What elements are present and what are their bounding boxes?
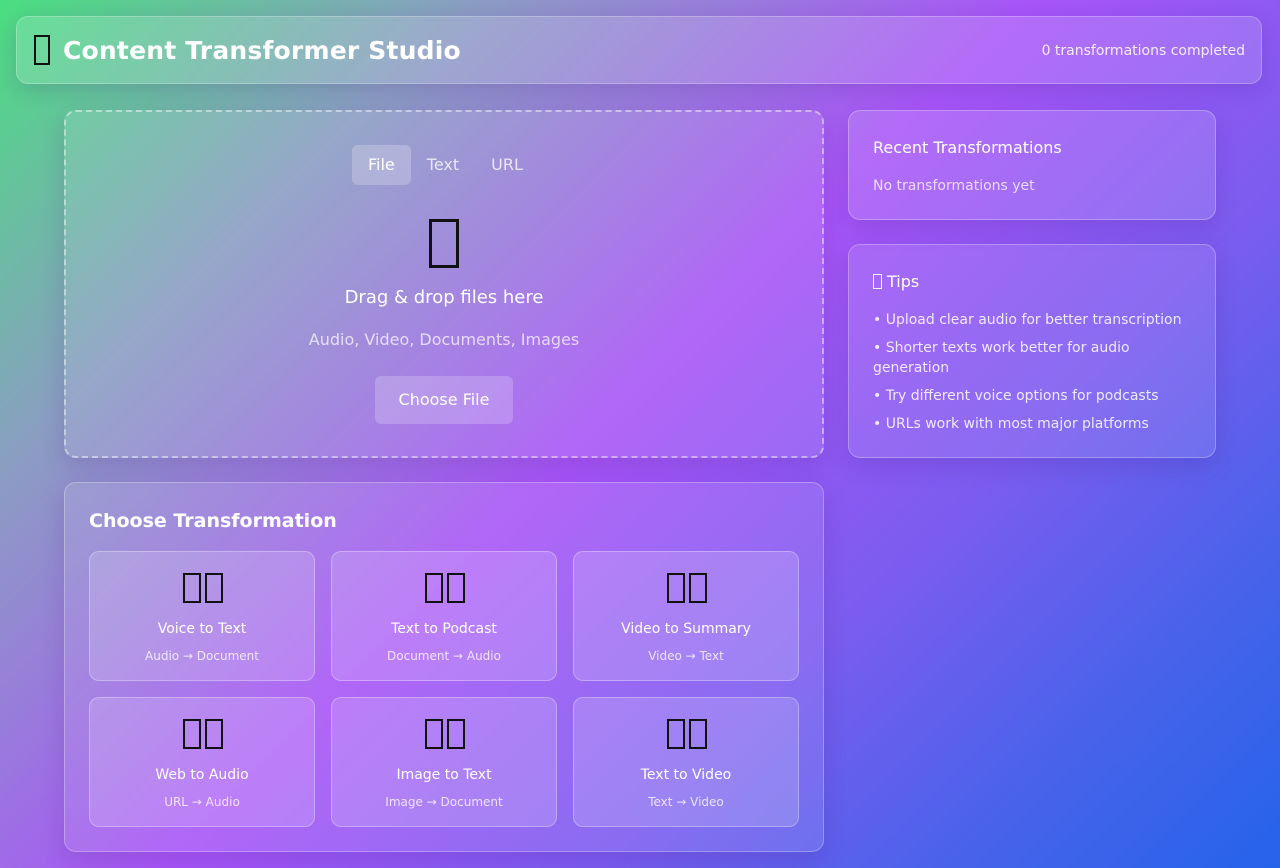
card-text-to-video[interactable]: Text to Video Text → Video	[573, 697, 799, 827]
tip-item: • Shorter texts work better for audio ge…	[873, 340, 1130, 376]
card-subtitle: URL → Audio	[164, 795, 240, 809]
card-subtitle: Image → Document	[385, 795, 503, 809]
voice-to-text-icon	[181, 573, 225, 605]
input-tabs: File Text URL	[352, 145, 539, 185]
card-voice-to-text[interactable]: Voice to Text Audio → Document	[89, 551, 315, 681]
card-title: Voice to Text	[157, 621, 247, 637]
dropzone-title: Drag & drop files here	[344, 287, 544, 308]
app-header: Content Transformer Studio 0 transformat…	[16, 16, 1262, 84]
video-to-summary-icon	[665, 573, 709, 605]
tab-text[interactable]: Text	[411, 145, 475, 185]
dropzone-subtitle: Audio, Video, Documents, Images	[308, 330, 580, 349]
card-subtitle: Text → Video	[648, 795, 724, 809]
tip-item: • Try different voice options for podcas…	[873, 388, 1159, 404]
upload-dropzone[interactable]: File Text URL Drag & drop files here Aud…	[64, 110, 824, 458]
card-text-to-podcast[interactable]: Text to Podcast Document → Audio	[331, 551, 557, 681]
lightbulb-icon	[873, 274, 882, 289]
box-icon	[34, 35, 50, 65]
choose-file-button[interactable]: Choose File	[375, 376, 513, 424]
card-subtitle: Video → Text	[648, 649, 724, 663]
transformations-panel: Choose Transformation Voice to Text Audi…	[64, 482, 824, 852]
card-video-to-summary[interactable]: Video to Summary Video → Text	[573, 551, 799, 681]
text-to-video-icon	[665, 719, 709, 751]
upload-folder-icon	[429, 219, 459, 268]
tab-file[interactable]: File	[352, 145, 411, 185]
card-title: Video to Summary	[621, 621, 751, 637]
tips-heading: Tips	[873, 272, 919, 291]
card-web-to-audio[interactable]: Web to Audio URL → Audio	[89, 697, 315, 827]
app-title: Content Transformer Studio	[63, 36, 461, 65]
tip-item: • Upload clear audio for better transcri…	[873, 312, 1182, 328]
tips-title: Tips	[887, 272, 920, 291]
tips-list: • Upload clear audio for better transcri…	[873, 310, 1193, 442]
card-subtitle: Document → Audio	[387, 649, 501, 663]
recent-transformations-panel: Recent Transformations No transformation…	[848, 110, 1216, 220]
image-to-text-icon	[423, 719, 467, 751]
card-title: Text to Video	[640, 767, 732, 783]
card-title: Image to Text	[396, 767, 492, 783]
tips-panel: Tips • Upload clear audio for better tra…	[848, 244, 1216, 458]
recent-transformations-title: Recent Transformations	[873, 138, 1062, 157]
transformations-title: Choose Transformation	[89, 510, 337, 532]
web-to-audio-icon	[181, 719, 225, 751]
card-subtitle: Audio → Document	[145, 649, 259, 663]
card-image-to-text[interactable]: Image to Text Image → Document	[331, 697, 557, 827]
card-title: Text to Podcast	[391, 621, 497, 637]
recent-empty-text: No transformations yet	[873, 178, 1035, 194]
tab-url[interactable]: URL	[475, 145, 539, 185]
text-to-podcast-icon	[423, 573, 467, 605]
card-title: Web to Audio	[155, 767, 249, 783]
tip-item: • URLs work with most major platforms	[873, 416, 1149, 432]
transformations-count: 0 transformations completed	[1041, 43, 1245, 59]
